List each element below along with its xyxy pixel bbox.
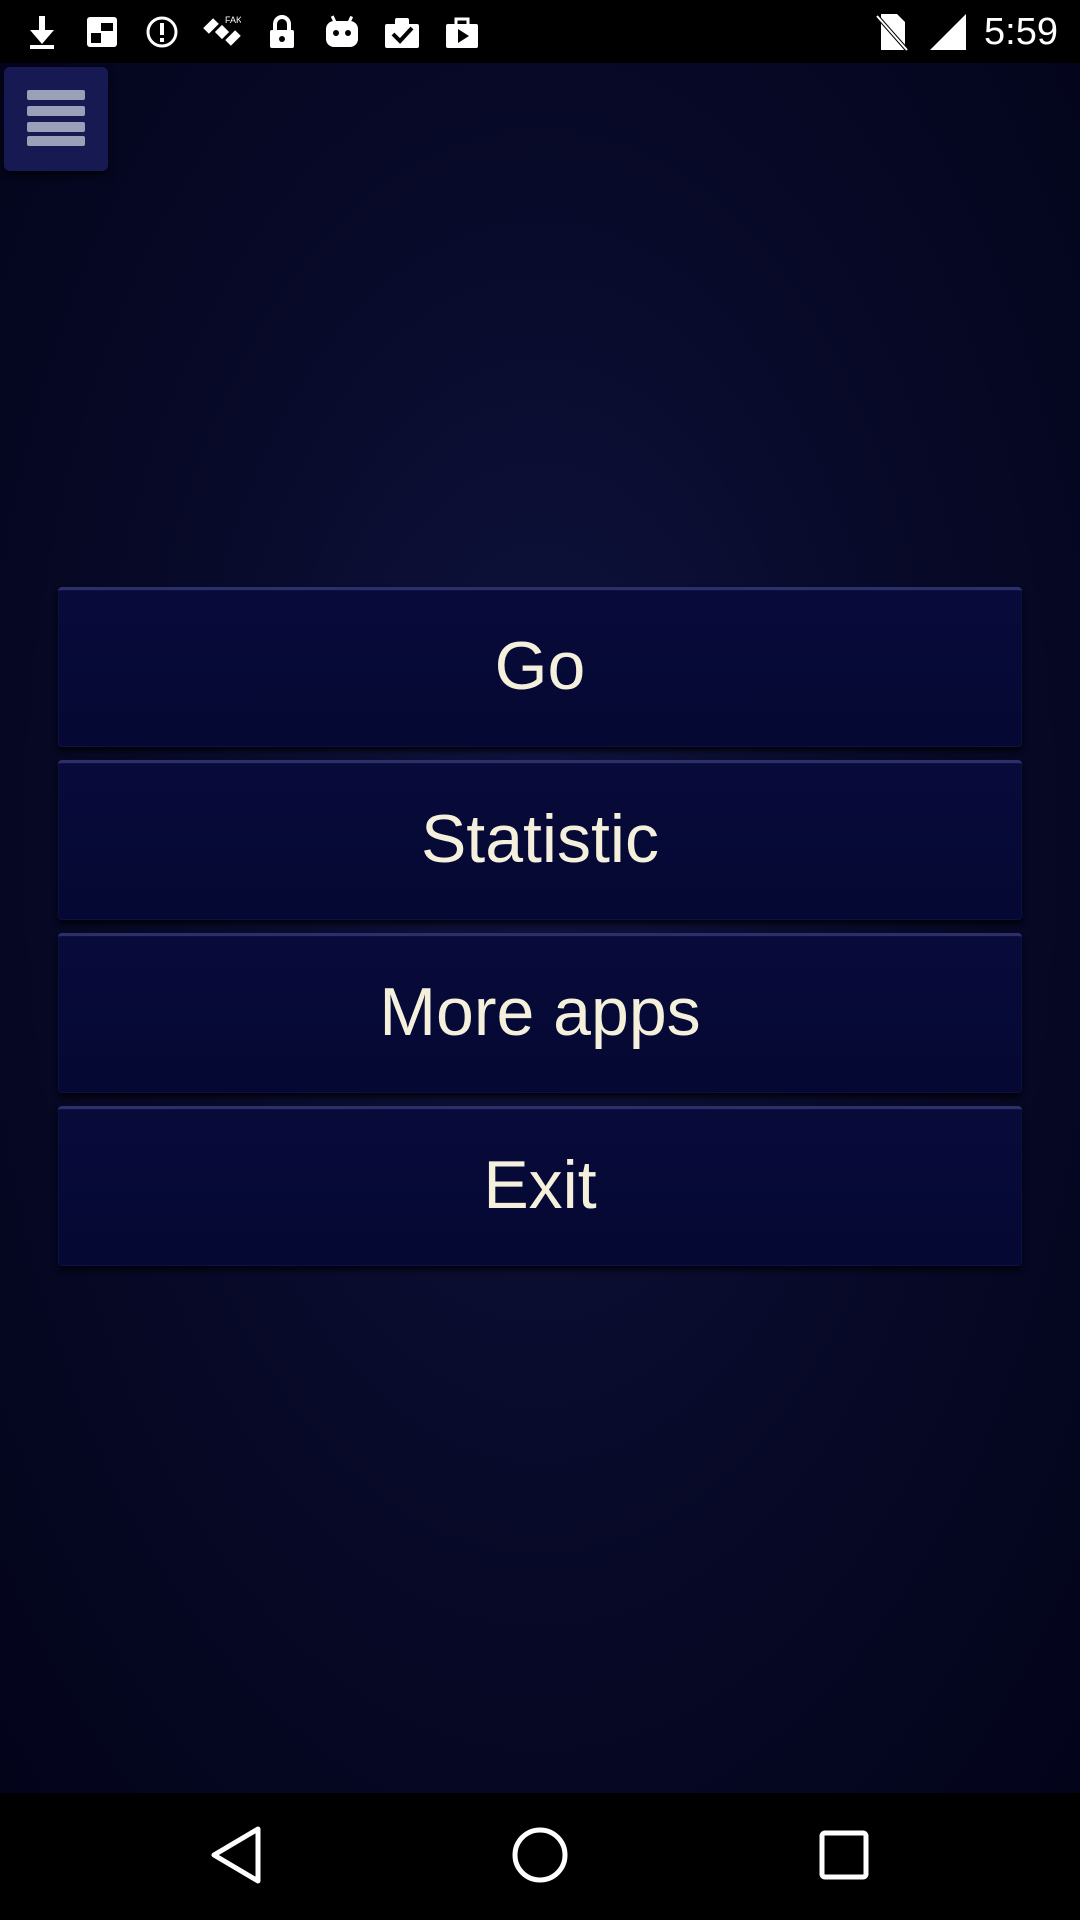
statistic-button[interactable]: Statistic [58, 760, 1022, 920]
back-button[interactable] [196, 1817, 276, 1897]
lock-icon [262, 12, 302, 52]
go-label: Go [494, 627, 586, 704]
statistic-label: Statistic [420, 800, 660, 877]
go-button[interactable]: Go [58, 587, 1022, 747]
status-bar: FAKE 5:59 [0, 0, 1080, 63]
more-apps-label: More apps [379, 973, 701, 1050]
home-icon [510, 1825, 570, 1890]
exit-button[interactable]: Exit [58, 1106, 1022, 1266]
app-screen: Go Statistic More apps Exit [0, 63, 1080, 1793]
exit-label: Exit [483, 1146, 597, 1223]
svg-text:FAKE: FAKE [225, 15, 241, 25]
clipboard-check-icon [382, 12, 422, 52]
main-menu: Go Statistic More apps Exit [58, 587, 1022, 1279]
navigation-bar [0, 1793, 1080, 1920]
download-icon [22, 12, 62, 52]
satellite-icon: FAKE [202, 12, 242, 52]
notification-icons: FAKE [22, 12, 482, 52]
signal-icon [928, 12, 968, 52]
home-button[interactable] [500, 1817, 580, 1897]
recents-icon [818, 1829, 870, 1886]
hamburger-menu-icon [27, 88, 85, 151]
android-icon [322, 12, 362, 52]
no-sim-icon [872, 12, 912, 52]
alert-circle-icon [142, 12, 182, 52]
back-icon [208, 1825, 264, 1890]
system-status: 5:59 [872, 10, 1058, 54]
photos-icon [82, 12, 122, 52]
more-apps-button[interactable]: More apps [58, 933, 1022, 1093]
recents-button[interactable] [804, 1817, 884, 1897]
bag-play-icon [442, 12, 482, 52]
clock: 5:59 [984, 10, 1058, 53]
menu-button[interactable] [4, 67, 108, 171]
